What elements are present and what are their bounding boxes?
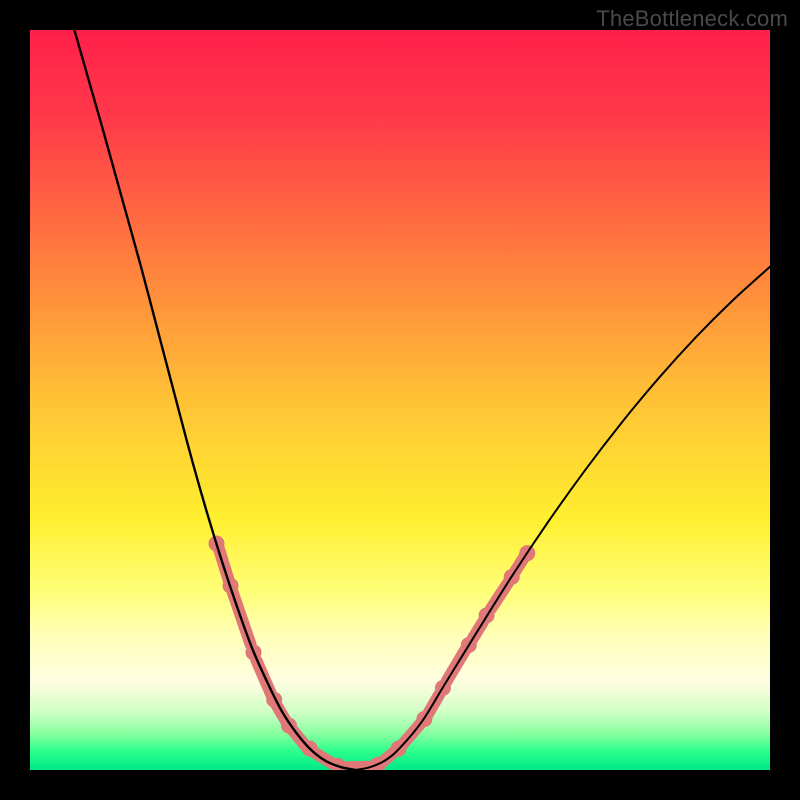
chart-frame: TheBottleneck.com (0, 0, 800, 800)
dot-markers (208, 536, 535, 770)
marker-segments (219, 548, 525, 767)
curve-layer (30, 30, 770, 770)
bottleneck-curve (74, 30, 770, 770)
plot-area (30, 30, 770, 770)
watermark-label: TheBottleneck.com (596, 6, 788, 32)
